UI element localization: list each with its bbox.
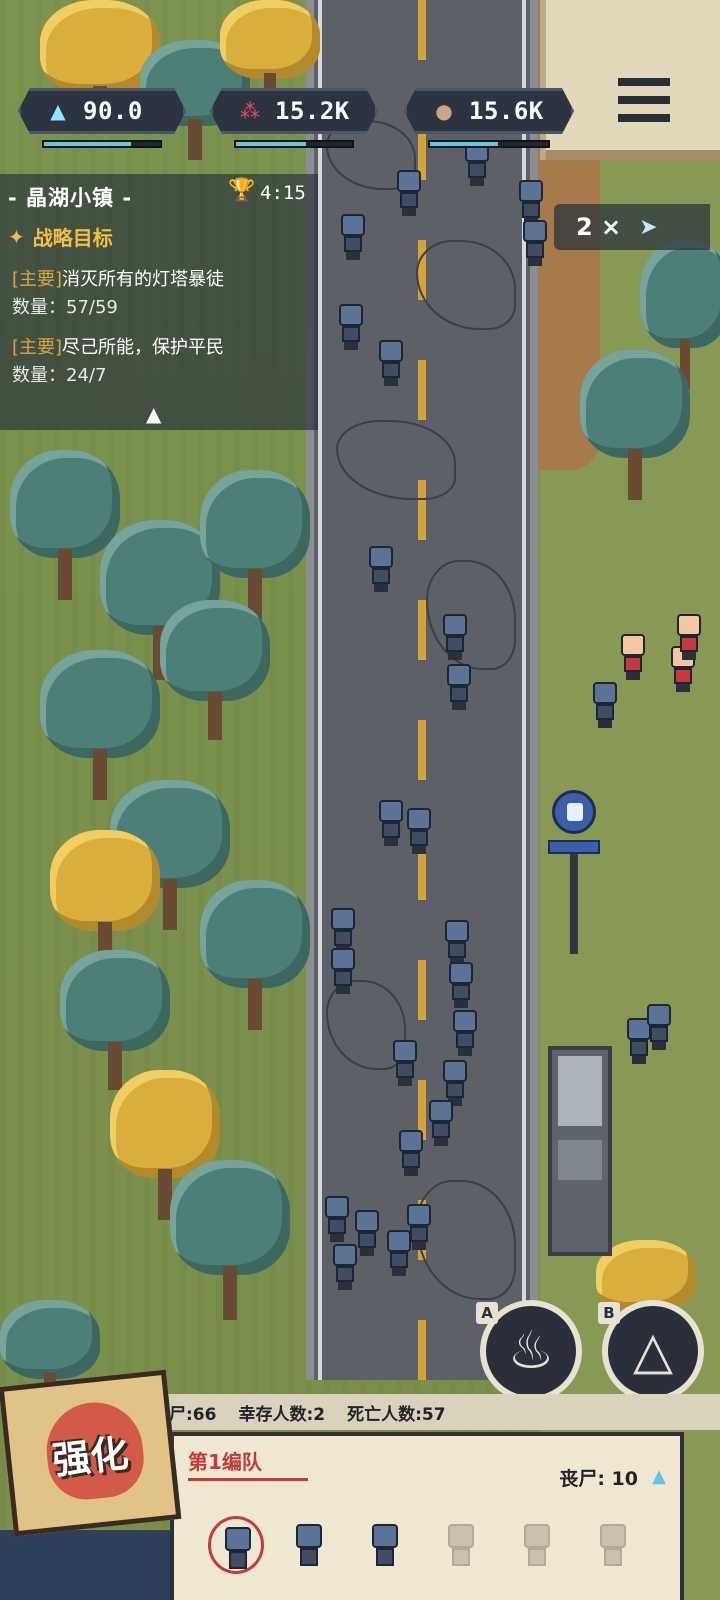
zombie[interactable] bbox=[520, 220, 550, 266]
blood-bar bbox=[234, 140, 354, 148]
trophy-icon: 🏆 bbox=[228, 178, 256, 203]
mana-bar bbox=[42, 140, 162, 148]
squad-slot[interactable] bbox=[358, 1516, 414, 1574]
zombie[interactable] bbox=[446, 962, 476, 1008]
zombie[interactable] bbox=[426, 1100, 456, 1146]
objective-item: [主要]消灭所有的灯塔暴徒 数量：57/59 bbox=[12, 269, 225, 318]
tree bbox=[170, 1160, 290, 1320]
brain-counter: ● 15.6K bbox=[404, 88, 574, 134]
civilian[interactable] bbox=[674, 614, 704, 660]
zombie[interactable] bbox=[376, 800, 406, 846]
squad-slot-empty[interactable] bbox=[586, 1516, 642, 1574]
tree bbox=[200, 880, 310, 1030]
goals-header: ✦ 战略目标 bbox=[8, 224, 113, 251]
skill-b-key: B bbox=[598, 1302, 620, 1324]
mission-timer: 4:15 bbox=[260, 182, 306, 204]
tree bbox=[40, 650, 160, 800]
blood-counter: ⁂ 15.2K bbox=[210, 88, 378, 134]
blood-value: 15.2K bbox=[275, 97, 350, 125]
flame-summon-icon: ♨ bbox=[507, 1321, 555, 1381]
zombie[interactable] bbox=[590, 682, 620, 728]
bus-icon bbox=[552, 790, 596, 834]
death-stat: 死亡人数:57 bbox=[347, 1404, 446, 1425]
menu-icon bbox=[618, 78, 670, 86]
bus-stop-sign bbox=[548, 790, 600, 960]
squad-slot[interactable] bbox=[282, 1516, 338, 1574]
skill-b-button[interactable]: B △ bbox=[598, 1300, 704, 1402]
menu-button[interactable] bbox=[614, 72, 674, 128]
skill-a-button[interactable]: A ♨ bbox=[476, 1300, 582, 1402]
zombie[interactable] bbox=[644, 1004, 674, 1050]
speed-toggle-button[interactable]: 2 × ➤ bbox=[554, 204, 710, 250]
civilian[interactable] bbox=[618, 634, 648, 680]
tree bbox=[50, 830, 160, 970]
squad-slot[interactable] bbox=[208, 1516, 264, 1574]
zombie[interactable] bbox=[404, 1204, 434, 1250]
brain-value: 15.6K bbox=[469, 97, 544, 125]
tree bbox=[580, 350, 690, 500]
blood-drops-icon: ⁂ bbox=[240, 99, 260, 123]
objective-item: [主要]尽己所能，保护平民 数量：24/7 bbox=[12, 337, 225, 386]
brain-icon: ● bbox=[435, 99, 453, 123]
mana-value: 90.0 bbox=[83, 97, 143, 125]
tree bbox=[160, 600, 270, 740]
zombie[interactable] bbox=[366, 546, 396, 592]
squad-title[interactable]: 第1编队 bbox=[188, 1446, 262, 1475]
zombie[interactable] bbox=[322, 1196, 352, 1242]
bus-shelter bbox=[548, 1046, 612, 1256]
upgrade-label: 强化 bbox=[50, 1430, 131, 1483]
zombie[interactable] bbox=[396, 1130, 426, 1176]
zombie[interactable] bbox=[450, 1010, 480, 1056]
tree bbox=[200, 470, 310, 620]
zombie[interactable] bbox=[376, 340, 406, 386]
squad-zombie-count: 丧尸: 10 bbox=[559, 1468, 638, 1490]
upgrade-button[interactable]: 强化 bbox=[0, 1369, 182, 1537]
zombie[interactable] bbox=[442, 920, 472, 966]
zombie[interactable] bbox=[330, 1244, 360, 1290]
zombie[interactable] bbox=[440, 614, 470, 660]
squad-slot-empty[interactable] bbox=[510, 1516, 566, 1574]
brain-bar bbox=[428, 140, 550, 148]
zombie[interactable] bbox=[390, 1040, 420, 1086]
triangle-icon: △ bbox=[633, 1321, 673, 1381]
zombie[interactable] bbox=[328, 948, 358, 994]
zombie[interactable] bbox=[394, 170, 424, 216]
tree bbox=[60, 950, 170, 1090]
mana-triangle-icon: ▲ bbox=[50, 99, 66, 123]
mana-counter: ▲ 90.0 bbox=[18, 88, 186, 134]
zombie[interactable] bbox=[404, 808, 434, 854]
bottom-strip bbox=[0, 1530, 170, 1600]
town-name: - 晶湖小镇 - bbox=[8, 186, 133, 210]
mission-panel: - 晶湖小镇 - 🏆 4:15 ✦ 战略目标 [主要]消灭所有的灯塔暴徒 数量：… bbox=[0, 174, 318, 430]
battle-stats: 丧尸:66 幸存人数:2 死亡人数:57 bbox=[148, 1394, 720, 1430]
fast-forward-icon: ➤ bbox=[639, 214, 658, 240]
zombie[interactable] bbox=[336, 304, 366, 350]
collapse-caret-icon[interactable]: ▲ bbox=[146, 402, 161, 426]
squad-panel: 第1编队 丧尸: 10 ▲ bbox=[170, 1432, 684, 1600]
survivor-stat: 幸存人数:2 bbox=[238, 1404, 326, 1425]
target-icon: ✦ bbox=[8, 224, 25, 249]
speed-label: 2 × bbox=[576, 213, 622, 241]
mana-triangle-icon: ▲ bbox=[652, 1466, 666, 1487]
squad-slot-empty[interactable] bbox=[434, 1516, 490, 1574]
zombie[interactable] bbox=[338, 214, 368, 260]
skill-a-key: A bbox=[476, 1302, 498, 1324]
zombie[interactable] bbox=[444, 664, 474, 710]
